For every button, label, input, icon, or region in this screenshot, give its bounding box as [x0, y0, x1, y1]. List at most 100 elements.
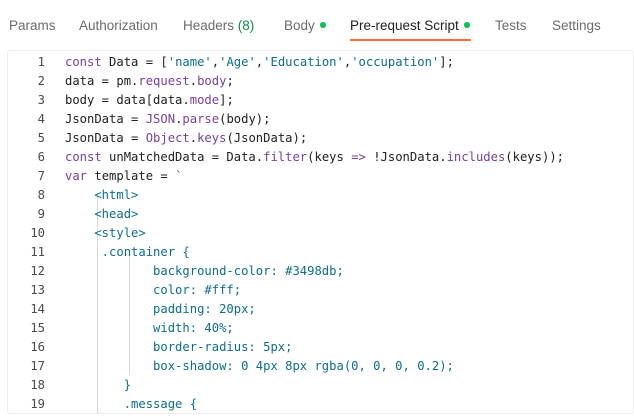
code-line[interactable]: 4 JsonData = JSON.parse(body); — [8, 110, 633, 129]
code-line[interactable]: 14 padding: 20px; — [8, 300, 633, 319]
code-token: ` — [175, 169, 183, 183]
code-line[interactable]: 7 var template = ` — [8, 167, 633, 186]
code-line[interactable]: 8 <html> — [8, 186, 633, 205]
code-token: ; — [226, 74, 234, 88]
code-line[interactable]: 2 data = pm.request.body; — [8, 72, 633, 91]
code-line[interactable]: 3 body = data[data.mode]; — [8, 91, 633, 110]
code-token: 'name' — [167, 55, 212, 69]
tab-headers[interactable]: Headers (8) — [183, 17, 254, 35]
code-token: request — [138, 74, 190, 88]
code-token: JsonData = — [65, 112, 146, 126]
code-line[interactable]: 11 .container { — [8, 243, 633, 262]
line-number: 17 — [30, 359, 45, 373]
code-token: ]; — [439, 55, 454, 69]
line-code: background-color: #3498db; — [65, 262, 344, 281]
code-line[interactable]: 9 <head> — [8, 205, 633, 224]
tab-pre-request-script[interactable]: Pre-request Script — [350, 17, 470, 35]
line-code: padding: 20px; — [65, 300, 256, 319]
line-number: 18 — [30, 378, 45, 392]
active-tab-indicator — [350, 39, 471, 41]
line-code: <head> — [65, 205, 138, 224]
code-line[interactable]: 1 const Data = ['name','Age','Education',… — [8, 53, 633, 72]
tab-tests-label: Tests — [495, 18, 527, 33]
code-token: background-color: #3498db; — [65, 264, 344, 278]
code-token: const — [65, 55, 102, 69]
line-number: 3 — [37, 93, 45, 107]
code-line[interactable]: 13 color: #fff; — [8, 281, 633, 300]
line-code: data = pm.request.body; — [65, 72, 234, 91]
line-code: const Data = ['name','Age','Education','… — [65, 53, 454, 72]
line-number: 12 — [30, 264, 45, 278]
code-token: <head> — [65, 207, 139, 221]
line-code: border-radius: 5px; — [65, 338, 292, 357]
line-code: .container { — [65, 243, 190, 262]
code-line[interactable]: 18 } — [8, 376, 633, 395]
script-code-editor[interactable]: 1 const Data = ['name','Age','Education',… — [7, 50, 634, 414]
headers-count-badge: (8) — [237, 18, 255, 33]
code-token: <style> — [65, 226, 146, 240]
code-token: . — [189, 74, 198, 88]
code-line[interactable]: 5 JsonData = Object.keys(JsonData); — [8, 129, 633, 148]
code-token: (JsonData); — [226, 131, 308, 145]
code-token: parse — [182, 112, 220, 126]
code-token: (keys)); — [505, 150, 564, 164]
tab-params[interactable]: Params — [9, 17, 56, 35]
tab-body[interactable]: Body — [284, 17, 326, 35]
line-code: } — [65, 376, 131, 395]
code-token: template = — [87, 169, 176, 183]
code-token: 'Education' — [263, 55, 344, 69]
tab-body-label: Body — [284, 18, 315, 33]
line-code: var template = ` — [65, 167, 182, 186]
code-token: box-shadow: 0 4px 8px rgba(0, 0, 0, 0.2)… — [65, 359, 454, 373]
line-code: <style> — [65, 224, 146, 243]
line-number: 8 — [37, 188, 45, 202]
code-token: mode — [189, 93, 220, 107]
tab-authorization-label: Authorization — [79, 18, 158, 33]
code-token: (body); — [219, 112, 271, 126]
code-token: width: 40%; — [65, 321, 234, 335]
request-tab-bar: Params Authorization Headers (8) Body Pr… — [0, 0, 634, 46]
code-token: . — [189, 131, 198, 145]
line-number: 4 — [37, 112, 45, 126]
line-code: JsonData = JSON.parse(body); — [65, 110, 270, 129]
tab-tests[interactable]: Tests — [495, 17, 527, 35]
code-token: padding: 20px; — [65, 302, 256, 316]
code-line[interactable]: 15 width: 40%; — [8, 319, 633, 338]
code-line[interactable]: 19 .message { — [8, 395, 633, 413]
tab-headers-label: Headers — [183, 18, 235, 33]
line-number: 10 — [30, 226, 45, 240]
code-line[interactable]: 10 <style> — [8, 224, 633, 243]
code-line[interactable]: 17 box-shadow: 0 4px 8px rgba(0, 0, 0, 0… — [8, 357, 633, 376]
code-line[interactable]: 12 background-color: #3498db; — [8, 262, 633, 281]
line-code: const unMatchedData = Data.filter(keys =… — [65, 148, 564, 167]
code-line[interactable]: 16 border-radius: 5px; — [8, 338, 633, 357]
line-number: 15 — [30, 321, 45, 335]
line-number: 5 — [37, 131, 45, 145]
tab-settings[interactable]: Settings — [552, 17, 601, 35]
code-token: keys — [197, 131, 227, 145]
code-token: .container { — [65, 245, 190, 259]
code-token: border-radius: 5px; — [65, 340, 293, 354]
code-token: Data = [ — [101, 55, 168, 69]
line-number: 14 — [30, 302, 45, 316]
line-number: 7 — [37, 169, 45, 183]
tab-settings-label: Settings — [552, 18, 601, 33]
code-line[interactable]: 6 const unMatchedData = Data.filter(keys … — [8, 148, 633, 167]
line-number: 6 — [37, 150, 45, 164]
line-code: <html> — [65, 186, 138, 205]
code-token: Object — [145, 131, 190, 145]
code-token: JSON — [145, 112, 176, 126]
code-token: } — [65, 378, 132, 392]
line-code: width: 40%; — [65, 319, 234, 338]
tab-pre-request-script-label: Pre-request Script — [350, 18, 459, 33]
code-token: <html> — [65, 188, 139, 202]
code-token: body = data[data. — [65, 93, 190, 107]
line-number: 16 — [30, 340, 45, 354]
pre-request-status-dot — [463, 22, 470, 28]
code-token: 'occupation' — [351, 55, 440, 69]
code-token: color: #fff; — [65, 283, 242, 297]
tab-params-label: Params — [9, 18, 56, 33]
line-number: 19 — [30, 397, 45, 411]
code-token: body — [197, 74, 227, 88]
tab-authorization[interactable]: Authorization — [79, 17, 158, 35]
